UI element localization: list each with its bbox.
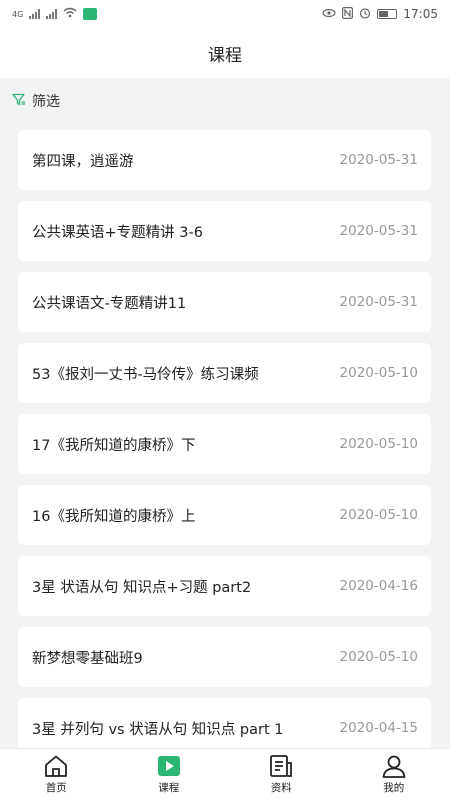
- user-icon: [381, 754, 407, 778]
- course-date: 2020-05-31: [339, 152, 418, 168]
- course-date: 2020-05-10: [339, 649, 418, 665]
- course-date: 2020-04-15: [339, 720, 418, 736]
- alarm-icon: [359, 7, 371, 22]
- page-title: 课程: [208, 45, 242, 66]
- course-card[interactable]: 第四课，逍遥游 2020-05-31: [18, 130, 431, 190]
- status-bar: 4G 17:05: [0, 0, 450, 28]
- course-title: 第四课，逍遥游: [32, 153, 134, 170]
- course-title: 16《我所知道的康桥》上: [32, 508, 196, 525]
- course-title: 公共课语文-专题精讲11: [32, 295, 187, 312]
- course-title: 53《报刘一丈书-马伶传》练习课频: [32, 366, 259, 383]
- course-date: 2020-05-31: [339, 294, 418, 310]
- course-date: 2020-04-16: [339, 578, 418, 594]
- course-card[interactable]: 53《报刘一丈书-马伶传》练习课频 2020-05-10: [18, 343, 431, 403]
- course-card[interactable]: 3星 状语从句 知识点+习题 part2 2020-04-16: [18, 556, 431, 616]
- tab-courses[interactable]: 课程: [113, 754, 225, 795]
- battery-icon: [377, 9, 398, 19]
- course-title: 公共课英语+专题精讲 3-6: [32, 224, 203, 241]
- signal-icon-2: [46, 9, 58, 19]
- tab-label: 首页: [45, 782, 67, 794]
- signal-icon: [29, 9, 41, 19]
- course-card[interactable]: 公共课英语+专题精讲 3-6 2020-05-31: [18, 201, 431, 261]
- course-date: 2020-05-10: [339, 436, 418, 452]
- course-title: 3星 并列句 vs 状语从句 知识点 part 1: [32, 721, 284, 738]
- status-left: 4G: [12, 7, 98, 21]
- document-icon: [268, 754, 294, 778]
- course-date: 2020-05-31: [339, 223, 418, 239]
- course-card[interactable]: 17《我所知道的康桥》下 2020-05-10: [18, 414, 431, 474]
- course-date: 2020-05-10: [339, 365, 418, 381]
- wifi-icon: [63, 7, 77, 21]
- top-app-bar: 课程: [0, 28, 450, 78]
- course-card[interactable]: 16《我所知道的康桥》上 2020-05-10: [18, 485, 431, 545]
- tab-label: 资料: [270, 782, 292, 794]
- course-list: 第四课，逍遥游 2020-05-31 公共课英语+专题精讲 3-6 2020-05-3…: [18, 130, 431, 769]
- course-title: 3星 状语从句 知识点+习题 part2: [32, 579, 252, 596]
- tab-materials[interactable]: 资料: [225, 754, 337, 795]
- tab-mine[interactable]: 我的: [338, 754, 450, 795]
- filter-icon: [12, 93, 26, 110]
- filter-button[interactable]: 筛选: [0, 78, 450, 124]
- status-time: 17:05: [403, 7, 438, 21]
- bottom-tab-bar: 首页 课程 资料 我的: [0, 748, 450, 800]
- nfc-icon: [342, 6, 354, 22]
- network-type: 4G: [12, 9, 24, 19]
- tab-home[interactable]: 首页: [0, 754, 112, 795]
- play-icon: [156, 754, 182, 778]
- filter-label: 筛选: [32, 94, 60, 110]
- course-card[interactable]: 新梦想零基础班9 2020-05-10: [18, 627, 431, 687]
- course-title: 新梦想零基础班9: [32, 650, 143, 667]
- home-icon: [43, 754, 69, 778]
- course-date: 2020-05-10: [339, 507, 418, 523]
- course-title: 17《我所知道的康桥》下: [32, 437, 196, 454]
- tab-label: 课程: [158, 782, 180, 794]
- status-right: 17:05: [322, 6, 438, 22]
- app-notification-icon: [83, 8, 98, 20]
- tab-label: 我的: [383, 782, 405, 794]
- course-card[interactable]: 公共课语文-专题精讲11 2020-05-31: [18, 272, 431, 332]
- eye-icon: [322, 7, 337, 21]
